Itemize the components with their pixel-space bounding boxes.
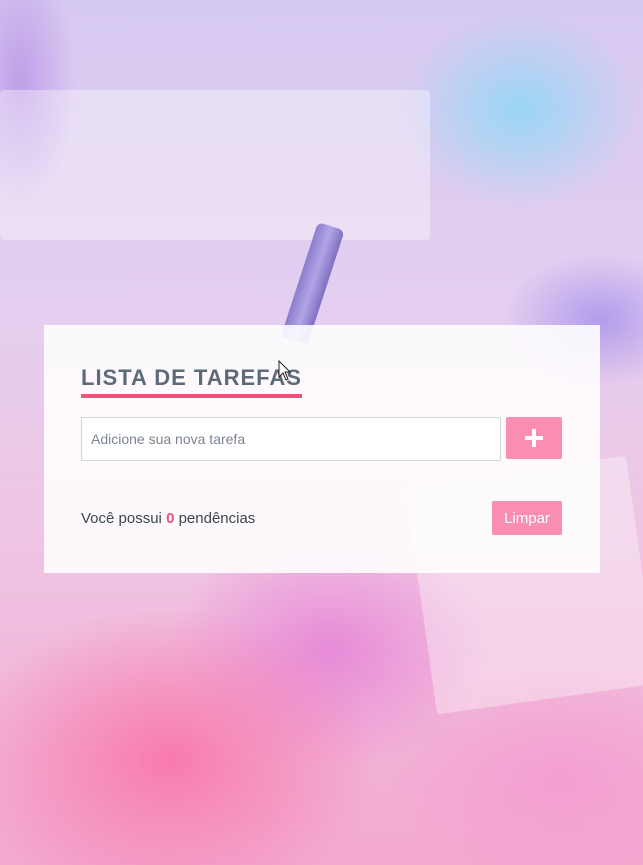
new-task-input[interactable] xyxy=(81,417,501,461)
pending-status: Você possui 0 pendências xyxy=(81,510,255,527)
page-title: LISTA DE TAREFAS xyxy=(81,365,302,398)
pending-suffix: pendências xyxy=(174,510,256,527)
plus-icon xyxy=(525,429,543,447)
mouse-pointer-icon xyxy=(278,360,292,381)
background-paper xyxy=(0,90,430,240)
todo-card: LISTA DE TAREFAS Você possui 0 pendência… xyxy=(44,325,600,573)
pending-prefix: Você possui xyxy=(81,510,167,527)
clear-button[interactable]: Limpar xyxy=(492,501,562,535)
add-task-button[interactable] xyxy=(506,417,562,459)
